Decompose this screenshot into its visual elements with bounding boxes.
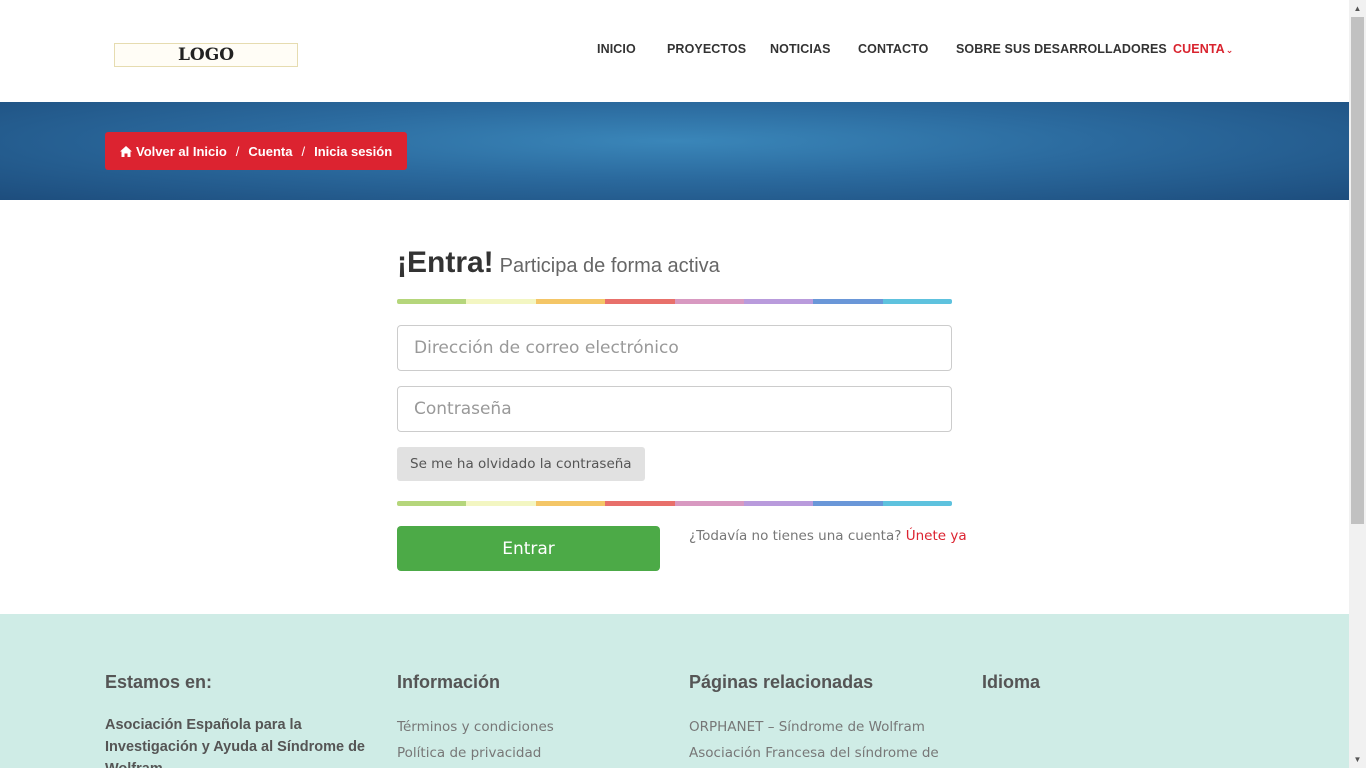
rainbow-divider [397, 299, 952, 304]
footer-link-terms[interactable]: Términos y condiciones [397, 714, 554, 740]
footer-link-orphanet[interactable]: ORPHANET – Síndrome de Wolfram [689, 714, 939, 740]
email-input[interactable] [414, 338, 935, 358]
footer-col-related: Páginas relacionadas ORPHANET – Síndrome… [689, 672, 939, 766]
password-input[interactable] [414, 399, 935, 419]
site-header: LOGO INICIO PROYECTOS NOTICIAS CONTACTO … [0, 0, 1349, 102]
signup-prompt: ¿Todavía no tienes una cuenta? Únete ya [689, 528, 967, 544]
login-subtitle: Participa de forma activa [499, 255, 720, 277]
rainbow-segment [535, 299, 606, 304]
footer-heading: Páginas relacionadas [689, 672, 874, 692]
rainbow-segment [882, 501, 952, 506]
scroll-down-arrow-icon[interactable]: ▼ [1349, 751, 1366, 768]
login-heading: ¡Entra! Participa de forma activa [397, 246, 720, 280]
rainbow-segment [466, 501, 536, 506]
footer-col-info: Información Términos y condiciones Polít… [397, 672, 554, 766]
home-icon [120, 145, 132, 157]
rainbow-segment [813, 299, 883, 304]
chevron-down-icon: ⌄ [1225, 45, 1234, 55]
rainbow-segment [674, 501, 744, 506]
rainbow-segment [743, 501, 814, 506]
rainbow-segment [882, 299, 952, 304]
rainbow-segment [743, 299, 814, 304]
rainbow-segment [466, 299, 536, 304]
nav-contacto[interactable]: CONTACTO [858, 42, 928, 56]
breadcrumb-cuenta[interactable]: Cuenta [248, 144, 292, 159]
footer-link-french-association[interactable]: Asociación Francesa del síndrome de [689, 740, 939, 766]
breadcrumb-separator: / [235, 143, 240, 159]
site-footer: Estamos en: Asociación Española para la … [0, 614, 1349, 768]
signup-link[interactable]: Únete ya [906, 528, 967, 544]
footer-link-privacy[interactable]: Política de privacidad [397, 740, 554, 766]
rainbow-segment [674, 299, 744, 304]
breadcrumb-separator: / [301, 143, 306, 159]
breadcrumb: Volver al Inicio / Cuenta / Inicia sesió… [105, 132, 408, 170]
page-scrollbar[interactable]: ▲ ▼ [1349, 0, 1366, 768]
rainbow-divider [397, 501, 952, 506]
rainbow-segment [605, 299, 675, 304]
breadcrumb-home-link[interactable]: Volver al Inicio [120, 144, 227, 159]
footer-heading: Idioma [982, 672, 1041, 692]
rainbow-segment [813, 501, 883, 506]
scroll-up-arrow-icon[interactable]: ▲ [1349, 0, 1366, 17]
nav-inicio[interactable]: INICIO [597, 42, 636, 56]
signup-prompt-text: ¿Todavía no tienes una cuenta? [689, 528, 902, 544]
rainbow-segment [397, 501, 467, 506]
nav-noticias[interactable]: NOTICIAS [770, 42, 831, 56]
footer-org-name: Asociación Española para la Investigació… [105, 717, 365, 768]
footer-col-language: Idioma [982, 672, 1040, 714]
rainbow-segment [605, 501, 675, 506]
rainbow-segment [397, 299, 467, 304]
footer-heading: Estamos en: [105, 672, 213, 692]
main-nav: INICIO PROYECTOS NOTICIAS CONTACTO SOBRE… [0, 42, 1349, 58]
scrollbar-thumb[interactable] [1351, 17, 1364, 524]
nav-cuenta[interactable]: CUENTA⌄ [1173, 42, 1233, 56]
breadcrumb-home-label: Volver al Inicio [136, 143, 227, 159]
breadcrumb-current: Inicia sesión [314, 143, 393, 159]
login-title: ¡Entra! [397, 246, 494, 279]
footer-heading: Información [397, 672, 501, 692]
password-field[interactable] [397, 386, 952, 432]
nav-proyectos[interactable]: PROYECTOS [667, 42, 746, 56]
nav-cuenta-label: CUENTA [1173, 42, 1225, 56]
login-submit-button[interactable]: Entrar [397, 526, 660, 571]
email-field[interactable] [397, 325, 952, 371]
forgot-password-button[interactable]: Se me ha olvidado la contraseña [397, 447, 645, 481]
rainbow-segment [535, 501, 606, 506]
footer-col-location: Estamos en: Asociación Española para la … [105, 672, 375, 768]
nav-sobre-sus-desarrolladores[interactable]: SOBRE SUS DESARROLLADORES [956, 42, 1167, 56]
